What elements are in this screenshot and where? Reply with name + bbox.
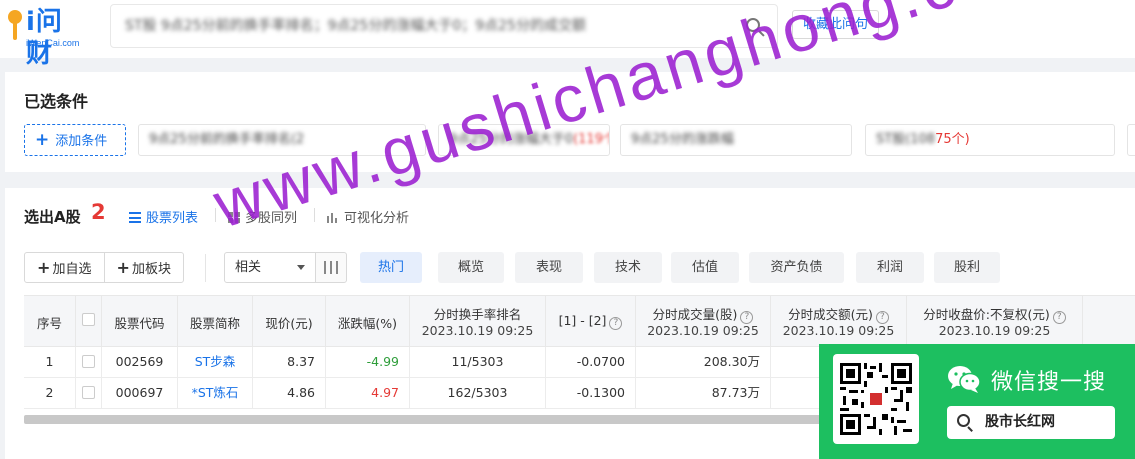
help-icon[interactable]: ? xyxy=(609,317,623,330)
add-condition-button[interactable]: + 添加条件 xyxy=(24,124,126,156)
tab-multi-stock-label: 多股同列 xyxy=(245,211,298,226)
tab-stock-list[interactable]: 股票列表 xyxy=(129,207,198,226)
bulb-icon xyxy=(8,10,22,40)
row-checkbox[interactable] xyxy=(76,347,102,377)
divider xyxy=(314,208,315,222)
tab-visual-analysis-label: 可视化分析 xyxy=(344,211,410,226)
column-header-code[interactable]: 股票代码 xyxy=(102,296,178,346)
stock-name-link[interactable]: *ST炼石 xyxy=(178,378,253,408)
condition-chip-overflow[interactable] xyxy=(1127,124,1135,156)
column-header-volume[interactable]: 分时成交量(股)? 2023.10.19 09:25 xyxy=(636,296,771,346)
tab-stock-list-label: 股票列表 xyxy=(146,211,199,226)
logo[interactable]: i问财 iWenCai.com xyxy=(6,6,88,69)
column-header-price[interactable]: 现价(元) xyxy=(253,296,326,346)
column-header-turnover-rank[interactable]: 分时换手率排名 2023.10.19 09:25 xyxy=(410,296,546,346)
list-icon xyxy=(129,212,141,223)
cell-index: 1 xyxy=(24,347,76,377)
qr-code xyxy=(833,354,919,444)
results-count: 2 xyxy=(91,200,106,224)
category-tab-overview[interactable]: 概览 xyxy=(438,252,504,283)
column-settings-button[interactable] xyxy=(315,252,347,283)
condition-chip-count: (119个) xyxy=(573,132,609,147)
search-input[interactable]: ST股 9点25分前的换手率排名；9点25分的涨幅大于0；9点25分的成交额 xyxy=(110,4,778,48)
cell-code: 000697 xyxy=(102,378,178,408)
condition-chip[interactable]: ST股(10875个) xyxy=(865,124,1115,156)
category-tab-performance[interactable]: 表现 xyxy=(515,252,583,283)
logo-domain: iWenCai.com xyxy=(26,38,80,48)
category-tab-technical[interactable]: 技术 xyxy=(594,252,662,283)
action-button-group: + 加自选 + 加板块 xyxy=(24,252,184,283)
cell-change: 4.97 xyxy=(326,378,410,408)
column-header-name[interactable]: 股票简称 xyxy=(178,296,253,346)
condition-chip[interactable]: 9点25分前的换手率排名(2 xyxy=(138,124,426,156)
condition-chip-count: 75个) xyxy=(935,132,970,147)
chevron-down-icon xyxy=(297,265,305,270)
condition-chip[interactable]: 9点25分的涨跌幅 xyxy=(620,124,852,156)
wechat-search-box[interactable]: 股市长红网 xyxy=(947,406,1115,439)
columns-icon xyxy=(324,261,338,274)
top-bar: i问财 iWenCai.com ST股 9点25分前的换手率排名；9点25分的涨… xyxy=(0,0,1135,69)
condition-chip-text: 9点25分前的换手率排名(2 xyxy=(149,132,305,147)
save-question-button[interactable]: 收藏此问句 xyxy=(792,10,879,39)
plus-icon: + xyxy=(116,258,130,277)
wechat-search-keyword: 股市长红网 xyxy=(985,414,1055,430)
condition-chip[interactable]: 9点25分的涨幅大于0(119个) xyxy=(438,124,610,156)
cell-turnover-rank: 11/5303 xyxy=(410,347,546,377)
category-tab-dividend[interactable]: 股利 xyxy=(934,252,1000,283)
divider xyxy=(205,254,206,282)
column-header-close-price[interactable]: 分时收盘价:不复权(元)? 2023.10.19 09:25 xyxy=(907,296,1083,346)
cell-volume: 87.73万 xyxy=(636,378,771,408)
condition-chip-text: ST股(108 xyxy=(876,132,936,147)
cell-price: 8.37 xyxy=(253,347,326,377)
cell-diff: -0.0700 xyxy=(546,347,636,377)
category-tab-profit[interactable]: 利润 xyxy=(856,252,924,283)
bar-chart-icon xyxy=(327,212,339,223)
table-header: 序号 股票代码 股票简称 现价(元) 涨跌幅(%) 分时换手率排名 2023.10… xyxy=(24,295,1135,347)
cell-code: 002569 xyxy=(102,347,178,377)
results-title: 选出A股 xyxy=(24,208,81,226)
cell-volume: 208.30万 xyxy=(636,347,771,377)
column-header-diff[interactable]: [1] - [2]? xyxy=(546,296,636,346)
condition-chip-text: 9点25分的涨幅大于0 xyxy=(449,132,574,147)
search-icon[interactable] xyxy=(745,17,765,37)
condition-chip-text: 9点25分的涨跌幅 xyxy=(631,132,734,147)
plus-icon: + xyxy=(35,130,50,150)
add-to-sector-label: 加板块 xyxy=(131,262,171,277)
cell-price: 4.86 xyxy=(253,378,326,408)
qr-code-icon xyxy=(840,363,912,435)
sort-select[interactable]: 相关 xyxy=(224,252,316,283)
conditions-panel: 已选条件 + 添加条件 9点25分前的换手率排名(2 9点25分的涨幅大于0(11… xyxy=(5,72,1135,172)
wechat-search-title: 微信搜一搜 xyxy=(991,370,1107,395)
tab-multi-stock[interactable]: 多股同列 xyxy=(228,207,297,226)
wechat-promo[interactable]: 微信搜一搜 股市长红网 xyxy=(819,344,1135,459)
search-query-text[interactable]: ST股 9点25分前的换手率排名；9点25分的涨幅大于0；9点25分的成交额 xyxy=(125,5,735,47)
column-header-index: 序号 xyxy=(24,296,76,346)
conditions-title: 已选条件 xyxy=(24,92,89,111)
add-to-watchlist-label: 加自选 xyxy=(52,262,92,277)
cell-turnover-rank: 162/5303 xyxy=(410,378,546,408)
tab-visual-analysis[interactable]: 可视化分析 xyxy=(327,207,409,226)
add-condition-label: 添加条件 xyxy=(55,134,108,149)
cell-index: 2 xyxy=(24,378,76,408)
column-header-change[interactable]: 涨跌幅(%) xyxy=(326,296,410,346)
column-header-amount[interactable]: 分时成交额(元)? 2023.10.19 09:25 xyxy=(771,296,907,346)
add-to-sector-button[interactable]: + 加板块 xyxy=(103,253,184,282)
wechat-icon xyxy=(948,366,981,393)
cell-change: -4.99 xyxy=(326,347,410,377)
divider xyxy=(215,208,216,222)
plus-icon: + xyxy=(37,258,51,277)
stock-name-link[interactable]: ST步森 xyxy=(178,347,253,377)
row-checkbox[interactable] xyxy=(76,378,102,408)
search-icon xyxy=(957,414,975,432)
select-all-checkbox[interactable] xyxy=(76,296,102,346)
category-tab-valuation[interactable]: 估值 xyxy=(671,252,739,283)
category-tab-hot[interactable]: 热门 xyxy=(360,252,422,283)
category-tab-balance-sheet[interactable]: 资产负债 xyxy=(749,252,844,283)
sort-select-value: 相关 xyxy=(235,260,262,275)
add-to-watchlist-button[interactable]: + 加自选 xyxy=(25,253,104,282)
grid-icon xyxy=(228,212,240,223)
cell-diff: -0.1300 xyxy=(546,378,636,408)
